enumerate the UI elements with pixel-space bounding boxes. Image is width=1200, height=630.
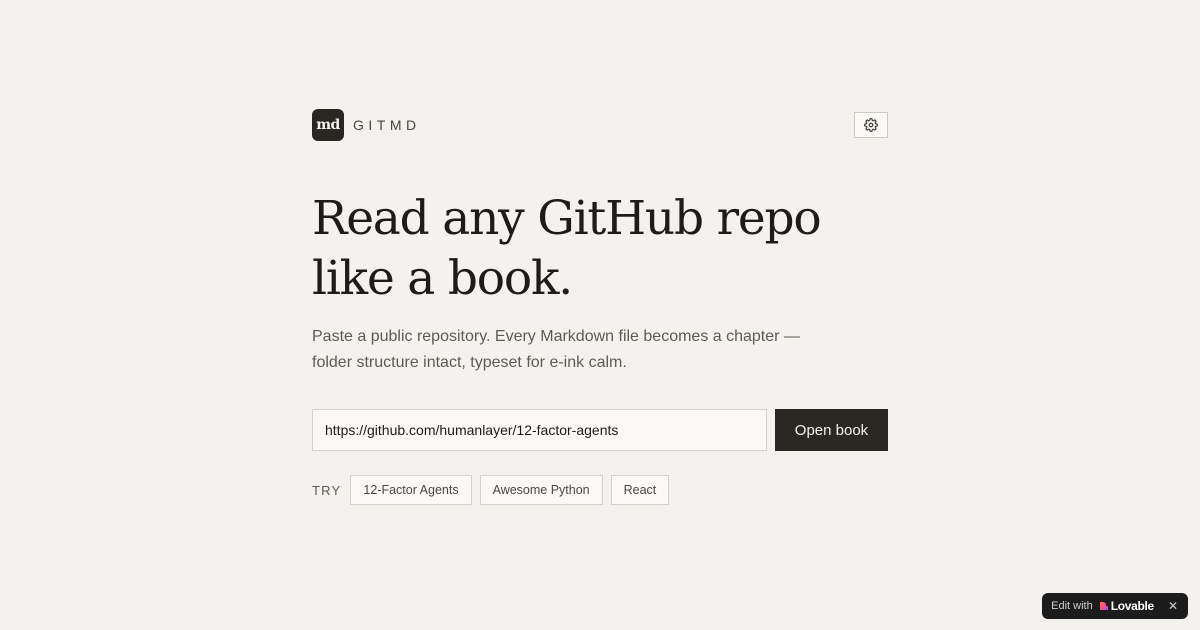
settings-button[interactable]: [854, 112, 888, 138]
logo-mark: md: [312, 109, 344, 141]
main-container: md GITMD Read any GitHub repo like a boo…: [312, 109, 888, 505]
gear-icon: [864, 118, 878, 132]
subtitle: Paste a public repository. Every Markdow…: [312, 328, 800, 371]
repo-url-input[interactable]: [312, 409, 767, 451]
lovable-badge[interactable]: Edit with Lovable ✕: [1042, 593, 1188, 619]
lovable-edit-label: Edit with: [1051, 600, 1093, 612]
open-book-button[interactable]: Open book: [775, 409, 888, 451]
close-icon[interactable]: ✕: [1168, 599, 1178, 613]
repo-form: Open book: [312, 409, 888, 451]
page: md GITMD Read any GitHub repo like a boo…: [0, 0, 1200, 630]
lovable-heart-icon: [1099, 602, 1108, 610]
lovable-brand-label: Lovable: [1110, 599, 1155, 613]
brand[interactable]: md GITMD: [312, 109, 421, 141]
brand-name: GITMD: [353, 117, 421, 133]
try-label: TRY: [312, 482, 342, 498]
suggestion-chip-awesome-python[interactable]: Awesome Python: [479, 475, 603, 505]
suggestion-chip-react[interactable]: React: [610, 475, 670, 505]
suggestion-chip-12-factor-agents[interactable]: 12-Factor Agents: [350, 475, 472, 505]
header: md GITMD: [312, 109, 888, 141]
suggestions-row: TRY 12-Factor Agents Awesome Python Reac…: [312, 475, 888, 505]
headline: Read any GitHub repo like a book.: [312, 191, 822, 306]
